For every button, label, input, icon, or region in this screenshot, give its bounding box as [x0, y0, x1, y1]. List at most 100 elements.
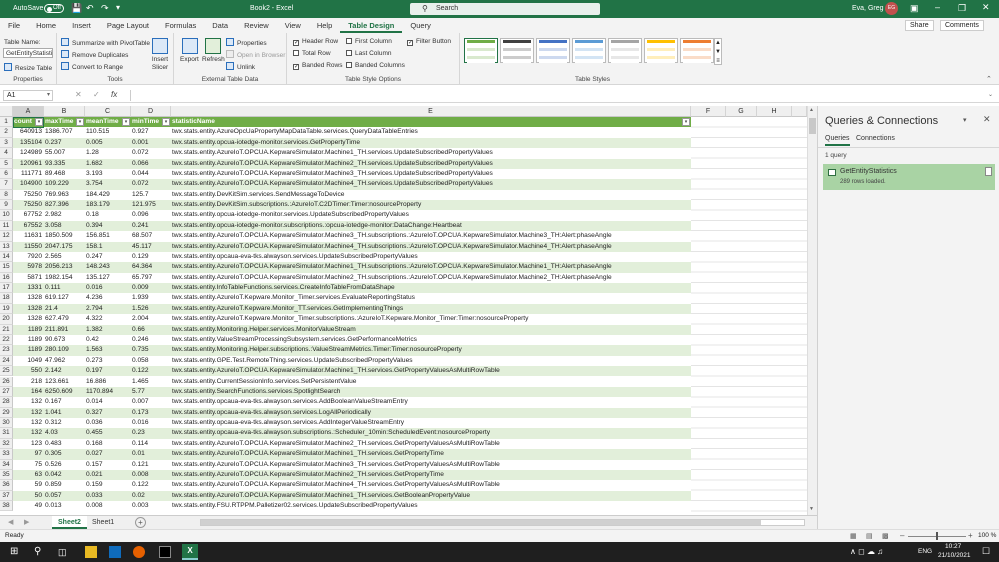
unlink-button[interactable]: Unlink	[226, 62, 255, 71]
table-cell[interactable]: 550	[13, 366, 44, 376]
row-header[interactable]: 13	[0, 241, 13, 252]
table-style-swatch[interactable]	[536, 38, 570, 63]
table-cell[interactable]: 0.001	[131, 138, 171, 148]
table-cell[interactable]: 3.193	[85, 169, 131, 179]
table-cell[interactable]: 148.243	[85, 262, 131, 272]
table-cell[interactable]: twx.stats.entity.DevKitSim.services.Send…	[171, 190, 691, 200]
table-cell[interactable]: 0.057	[44, 491, 85, 501]
table-cell[interactable]: 3.058	[44, 221, 85, 231]
table-cell[interactable]: 0.072	[131, 148, 171, 158]
table-cell[interactable]: 0.122	[131, 366, 171, 376]
table-cell[interactable]: 0.305	[44, 449, 85, 459]
table-cell[interactable]: 123.661	[44, 377, 85, 387]
row-header[interactable]: 14	[0, 251, 13, 263]
column-header-e[interactable]: E	[171, 106, 691, 117]
table-cell[interactable]: 0.042	[44, 470, 85, 480]
row-header[interactable]: 37	[0, 490, 13, 502]
task-view-icon[interactable]: ◫	[58, 546, 70, 558]
table-cell[interactable]: 1.526	[131, 304, 171, 314]
table-cell[interactable]: 111771	[13, 169, 44, 179]
remove-duplicates-button[interactable]: Remove Duplicates	[61, 50, 128, 59]
select-all-corner[interactable]	[0, 106, 13, 117]
table-cell[interactable]: 769.963	[44, 190, 85, 200]
table-cell[interactable]: 135.127	[85, 273, 131, 283]
table-cell[interactable]: twx.stats.entity.AzureIoT.Kepware.Monito…	[171, 314, 691, 324]
row-header[interactable]: 20	[0, 314, 13, 325]
table-cell[interactable]: twx.stats.entity.SearchFunctions.service…	[171, 387, 691, 397]
table-cell[interactable]: 627.479	[44, 314, 85, 324]
table-cell[interactable]: 125.7	[131, 190, 171, 200]
file-explorer-icon[interactable]	[85, 546, 97, 558]
table-cell[interactable]: 0.167	[44, 397, 85, 407]
sheet-tab-sheet2[interactable]: Sheet2	[52, 516, 87, 529]
table-cell[interactable]: 49	[13, 501, 44, 511]
table-cell[interactable]: 47.962	[44, 356, 85, 366]
clock-time[interactable]: 10:27	[945, 543, 961, 550]
table-cell[interactable]: 1.939	[131, 293, 171, 303]
scroll-down-icon[interactable]: ▼	[809, 506, 814, 512]
refresh-query-icon[interactable]	[985, 167, 992, 176]
zoom-level[interactable]: 100 %	[978, 530, 996, 542]
terminal-icon[interactable]	[159, 546, 171, 558]
table-cell[interactable]: 1.563	[85, 345, 131, 355]
column-header-i[interactable]	[792, 106, 807, 117]
table-style-swatch[interactable]	[680, 38, 714, 63]
row-header[interactable]: 8	[0, 189, 13, 201]
table-cell[interactable]: twx.stats.entity.AzureIoT.OPCUA.KepwareS…	[171, 449, 691, 459]
table-cell[interactable]: 0.122	[131, 480, 171, 490]
table-style-swatch[interactable]	[608, 38, 642, 63]
table-cell[interactable]: 50	[13, 491, 44, 501]
table-cell[interactable]: 0.111	[44, 283, 85, 293]
table-cell[interactable]: 0.096	[131, 210, 171, 220]
table-cell[interactable]: twx.stats.entity.opcaua-eva-tks.alwayson…	[171, 418, 691, 428]
table-cell[interactable]: 1.382	[85, 325, 131, 335]
pane-close-icon[interactable]: ✕	[983, 114, 991, 125]
row-header[interactable]: 29	[0, 407, 13, 418]
row-header[interactable]: 11	[0, 220, 13, 232]
table-cell[interactable]: twx.stats.entity.AzureIoT.OPCUA.KepwareS…	[171, 148, 691, 158]
table-cell[interactable]: 90.673	[44, 335, 85, 345]
table-cell[interactable]: twx.stats.entity.opcaua-eva-tks.alwayson…	[171, 252, 691, 262]
table-cell[interactable]: 132	[13, 428, 44, 438]
table-cell[interactable]: twx.stats.entity.AzureIoT.OPCUA.KepwareS…	[171, 273, 691, 283]
scroll-up-icon[interactable]: ▲	[809, 107, 814, 113]
table-cell[interactable]: twx.stats.entity.opcaua-eva-tks.alwayson…	[171, 408, 691, 418]
table-cell[interactable]: 1.28	[85, 148, 131, 158]
table-cell[interactable]: 0.072	[131, 179, 171, 189]
row-header[interactable]: 27	[0, 386, 13, 398]
table-cell[interactable]: 0.044	[131, 169, 171, 179]
table-cell[interactable]: twx.stats.entity.Monitoring.Helper.subsc…	[171, 345, 691, 355]
table-cell[interactable]: twx.stats.entity.opcua-iotedge-monitor.s…	[171, 138, 691, 148]
tab-view[interactable]: View	[277, 18, 309, 33]
row-header[interactable]: 15	[0, 262, 13, 273]
row-header[interactable]: 30	[0, 418, 13, 429]
row-header[interactable]: 34	[0, 459, 13, 470]
table-cell[interactable]: 0.114	[131, 439, 171, 449]
table-header-cell[interactable]: statisticName	[171, 117, 691, 127]
tab-formulas[interactable]: Formulas	[157, 18, 204, 33]
row-header[interactable]: 23	[0, 345, 13, 356]
table-name-field[interactable]: GetEntityStatistic	[3, 48, 53, 58]
table-cell[interactable]: 0.237	[44, 138, 85, 148]
zoom-slider-thumb[interactable]	[936, 532, 938, 540]
table-cell[interactable]: 0.008	[85, 501, 131, 511]
table-cell[interactable]: 0.526	[44, 460, 85, 470]
table-cell[interactable]: 1328	[13, 314, 44, 324]
row-header[interactable]: 33	[0, 449, 13, 460]
pane-tab-connections[interactable]: Connections	[856, 135, 895, 142]
properties-button[interactable]: Properties	[226, 38, 267, 47]
notifications-icon[interactable]: ☐	[982, 546, 990, 557]
clock-date[interactable]: 21/10/2021	[938, 552, 971, 559]
table-cell[interactable]: 0.273	[85, 356, 131, 366]
table-cell[interactable]: 135104	[13, 138, 44, 148]
table-cell[interactable]: 1170.894	[85, 387, 131, 397]
row-header[interactable]: 7	[0, 179, 13, 190]
filter-dropdown-icon[interactable]: ▾	[122, 118, 130, 126]
table-cell[interactable]: 0.016	[131, 418, 171, 428]
table-cell[interactable]: 1.041	[44, 408, 85, 418]
table-cell[interactable]: 0.033	[85, 491, 131, 501]
filter-button-checkbox[interactable]: ✓ Filter Button	[407, 38, 451, 46]
row-header[interactable]: 2	[0, 127, 13, 138]
column-header-c[interactable]: C	[85, 106, 131, 117]
table-style-swatch[interactable]	[464, 38, 498, 63]
